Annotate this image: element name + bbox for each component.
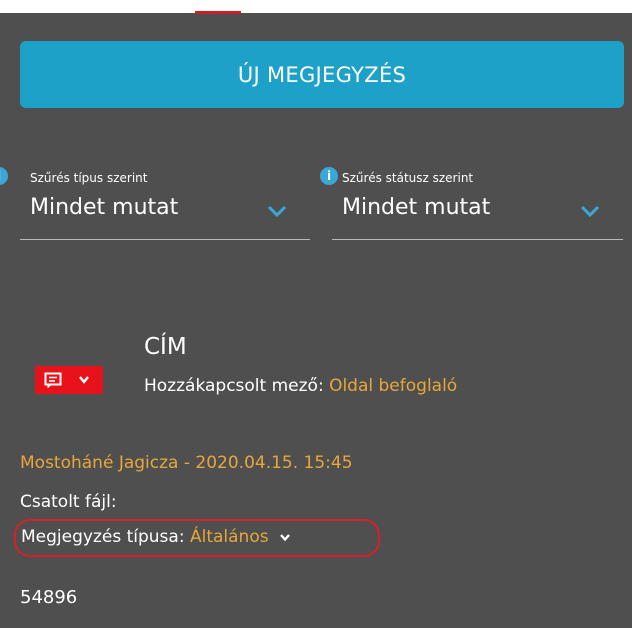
status-filter-dropdown[interactable]: i Szűrés státusz szerint Mindet mutat [320,165,623,240]
note-title: CÍM [144,334,187,360]
new-note-button-label: ÚJ MEGJEGYZÉS [237,62,407,87]
chevron-down-icon [79,376,89,384]
author-date: Mostoháné Jagicza - 2020.04.15. 15:45 [20,453,353,473]
note-type-label: Megjegyzés típusa: [21,527,185,547]
chevron-down-icon [580,205,600,218]
status-filter-value: Mindet mutat [342,195,491,220]
type-filter-caption: Szűrés típus szerint [30,171,148,185]
type-filter-value: Mindet mutat [30,195,179,220]
note-number: 54896 [20,587,78,608]
new-note-button[interactable]: ÚJ MEGJEGYZÉS [20,41,624,108]
note-actions-menu[interactable] [35,366,103,394]
related-field: Hozzákapcsolt mező: Oldal befoglaló [144,372,474,401]
related-field-value: Oldal befoglaló [329,376,458,396]
related-field-label: Hozzákapcsolt mező: [144,376,324,396]
chevron-down-icon [267,205,287,218]
status-filter-caption: Szűrés státusz szerint [342,171,474,185]
chevron-down-icon[interactable] [279,533,291,542]
note-icon [44,372,62,388]
note-type-value[interactable]: Általános [190,527,269,547]
attached-file-label: Csatolt fájl: [20,492,117,512]
top-tab-marker [195,0,241,14]
type-filter-dropdown[interactable]: i Szűrés típus szerint Mindet mutat [0,165,310,240]
info-icon[interactable]: i [320,167,338,185]
info-icon[interactable]: i [0,167,8,185]
note-type-field: Megjegyzés típusa: Általános [14,519,380,557]
